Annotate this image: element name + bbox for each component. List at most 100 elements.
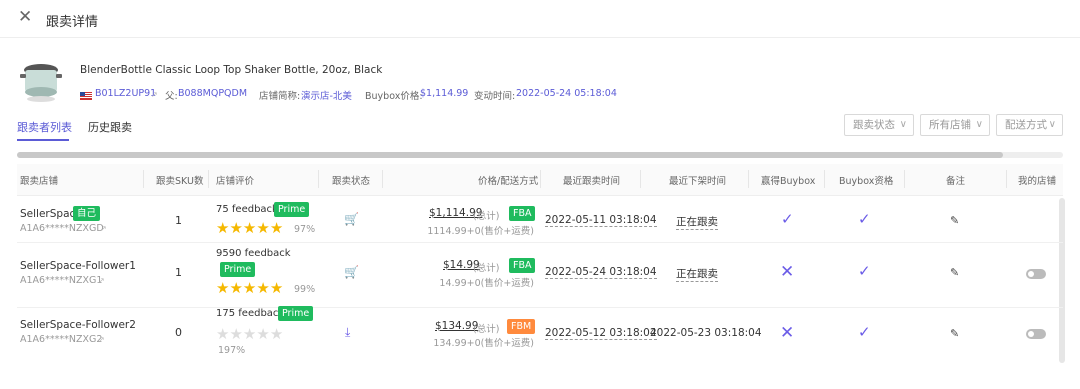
- sku-count: 1: [175, 266, 182, 279]
- my-store-toggle[interactable]: [1026, 329, 1046, 339]
- rating-percent: 97%: [294, 224, 316, 235]
- toggle-knob: [1028, 271, 1034, 277]
- product-asin[interactable]: B01LZ2UP91: [95, 88, 156, 99]
- col-price: 价格/配送方式: [478, 176, 539, 187]
- star-icon: ★: [229, 219, 243, 237]
- star-icon: ★: [229, 325, 243, 343]
- star-rating: ★★★★★: [216, 280, 283, 296]
- close-icon[interactable]: ✕: [18, 9, 34, 26]
- tab-seller-list[interactable]: 跟卖者列表: [17, 119, 72, 135]
- chevron-down-icon: ∨: [899, 119, 907, 130]
- price-note: (总计): [473, 324, 500, 335]
- star-icon: ★: [269, 279, 284, 297]
- col-last-off: 最近下架时间: [669, 176, 727, 187]
- last-off-status: 正在跟卖: [676, 216, 718, 230]
- last-follow-time: 2022-05-12 03:18:04: [545, 327, 657, 340]
- last-off-time: 2022-05-23 03:18:04: [650, 327, 762, 339]
- horizontal-scrollbar-thumb[interactable]: [17, 152, 1003, 158]
- star-icon: ★: [216, 279, 230, 297]
- external-link-icon[interactable]: ↗: [98, 276, 105, 285]
- status-filter[interactable]: 跟卖状态 ∨: [844, 114, 914, 136]
- toggle-knob: [1028, 331, 1034, 337]
- last-follow-time: 2022-05-24 03:18:04: [545, 266, 657, 279]
- star-icon: ★: [256, 219, 270, 237]
- ship-badge: FBA: [509, 258, 536, 273]
- col-last-follow: 最近跟卖时间: [563, 176, 621, 187]
- column-divider: [748, 170, 749, 188]
- self-badge: 自己: [73, 206, 101, 221]
- column-divider: [824, 170, 825, 188]
- column-divider: [208, 170, 209, 188]
- external-link-icon[interactable]: ↗: [151, 90, 158, 99]
- col-buybox-eligible: Buybox资格: [839, 176, 894, 187]
- star-icon: ★: [256, 279, 270, 297]
- prime-badge: Prime: [278, 306, 314, 321]
- price-note: (总计): [473, 263, 500, 274]
- external-link-icon[interactable]: ↗: [100, 224, 107, 233]
- store-id: A1A6*****NZXGD: [20, 223, 104, 234]
- store-filter[interactable]: 所有店铺 ∨: [920, 114, 990, 136]
- ship-badge: FBA: [509, 206, 536, 221]
- column-divider: [143, 170, 144, 188]
- cross-icon: ✕: [780, 262, 795, 282]
- external-link-icon[interactable]: ↗: [98, 335, 105, 344]
- parent-label: 父:: [165, 91, 178, 102]
- cross-icon: ✕: [780, 323, 795, 343]
- column-divider: [1006, 170, 1007, 188]
- star-icon: ★: [216, 219, 230, 237]
- store-filter-label: 所有店铺: [929, 119, 971, 131]
- parent-asin[interactable]: B088MQPQDM: [178, 88, 247, 99]
- chevron-down-icon: ∨: [1048, 119, 1056, 130]
- product-thumbnail: [20, 64, 62, 102]
- edit-remark-icon[interactable]: ✎: [950, 327, 959, 340]
- ship-badge: FBM: [507, 319, 536, 334]
- chevron-down-icon: ∨: [975, 119, 983, 130]
- store-name: SellerSpace-Follower2: [20, 319, 136, 331]
- top-bar: [0, 0, 1080, 38]
- column-divider: [382, 170, 383, 188]
- download-icon: ⤓: [345, 325, 351, 339]
- buybox-price: $1,114.99: [420, 88, 469, 99]
- us-flag-icon: [80, 89, 92, 100]
- active-tab-indicator: [17, 139, 69, 141]
- star-icon: ★: [242, 325, 257, 343]
- price: $134.99: [435, 320, 479, 332]
- check-icon: ✓: [858, 262, 871, 280]
- shipping-filter-label: 配送方式: [1005, 119, 1047, 131]
- col-sku-count: 跟卖SKU数: [156, 176, 204, 187]
- edit-remark-icon[interactable]: ✎: [950, 266, 959, 279]
- price-note: (总计): [473, 211, 500, 222]
- last-follow-time: 2022-05-11 03:18:04: [545, 214, 657, 227]
- page-title: 跟卖详情: [46, 15, 99, 30]
- tab-history[interactable]: 历史跟卖: [88, 119, 132, 135]
- feedback-count: 175 feedback: [216, 308, 285, 319]
- check-icon: ✓: [858, 323, 871, 341]
- product-title: BlenderBottle Classic Loop Top Shaker Bo…: [80, 64, 383, 76]
- star-icon: ★: [242, 219, 257, 237]
- edit-remark-icon[interactable]: ✎: [950, 214, 959, 227]
- cart-icon: 🛒: [344, 212, 359, 226]
- column-divider: [904, 170, 905, 188]
- last-off-status: 正在跟卖: [676, 268, 718, 282]
- star-rating: ★★★★★: [216, 326, 283, 342]
- my-store-toggle[interactable]: [1026, 269, 1046, 279]
- col-my-store: 我的店铺: [1018, 176, 1057, 187]
- column-divider: [640, 170, 641, 188]
- col-remark: 备注: [946, 176, 966, 187]
- feedback-count: 75 feedback: [216, 204, 278, 215]
- star-icon: ★: [256, 325, 270, 343]
- col-won-buybox: 赢得Buybox: [761, 176, 816, 187]
- star-icon: ★: [269, 325, 284, 343]
- rating-percent: 197%: [218, 345, 246, 356]
- shipping-filter[interactable]: 配送方式 ∨: [996, 114, 1063, 136]
- change-time: 2022-05-24 05:18:04: [516, 88, 617, 99]
- store-id: A1A6*****NZXG2: [20, 334, 103, 345]
- sku-count: 0: [175, 326, 182, 339]
- buybox-label: Buybox价格:: [365, 91, 423, 102]
- prime-badge: Prime: [274, 202, 310, 217]
- rating-percent: 99%: [294, 284, 316, 295]
- col-rating: 店铺评价: [216, 176, 255, 187]
- column-divider: [540, 170, 541, 188]
- star-icon: ★: [242, 279, 257, 297]
- sku-count: 1: [175, 214, 182, 227]
